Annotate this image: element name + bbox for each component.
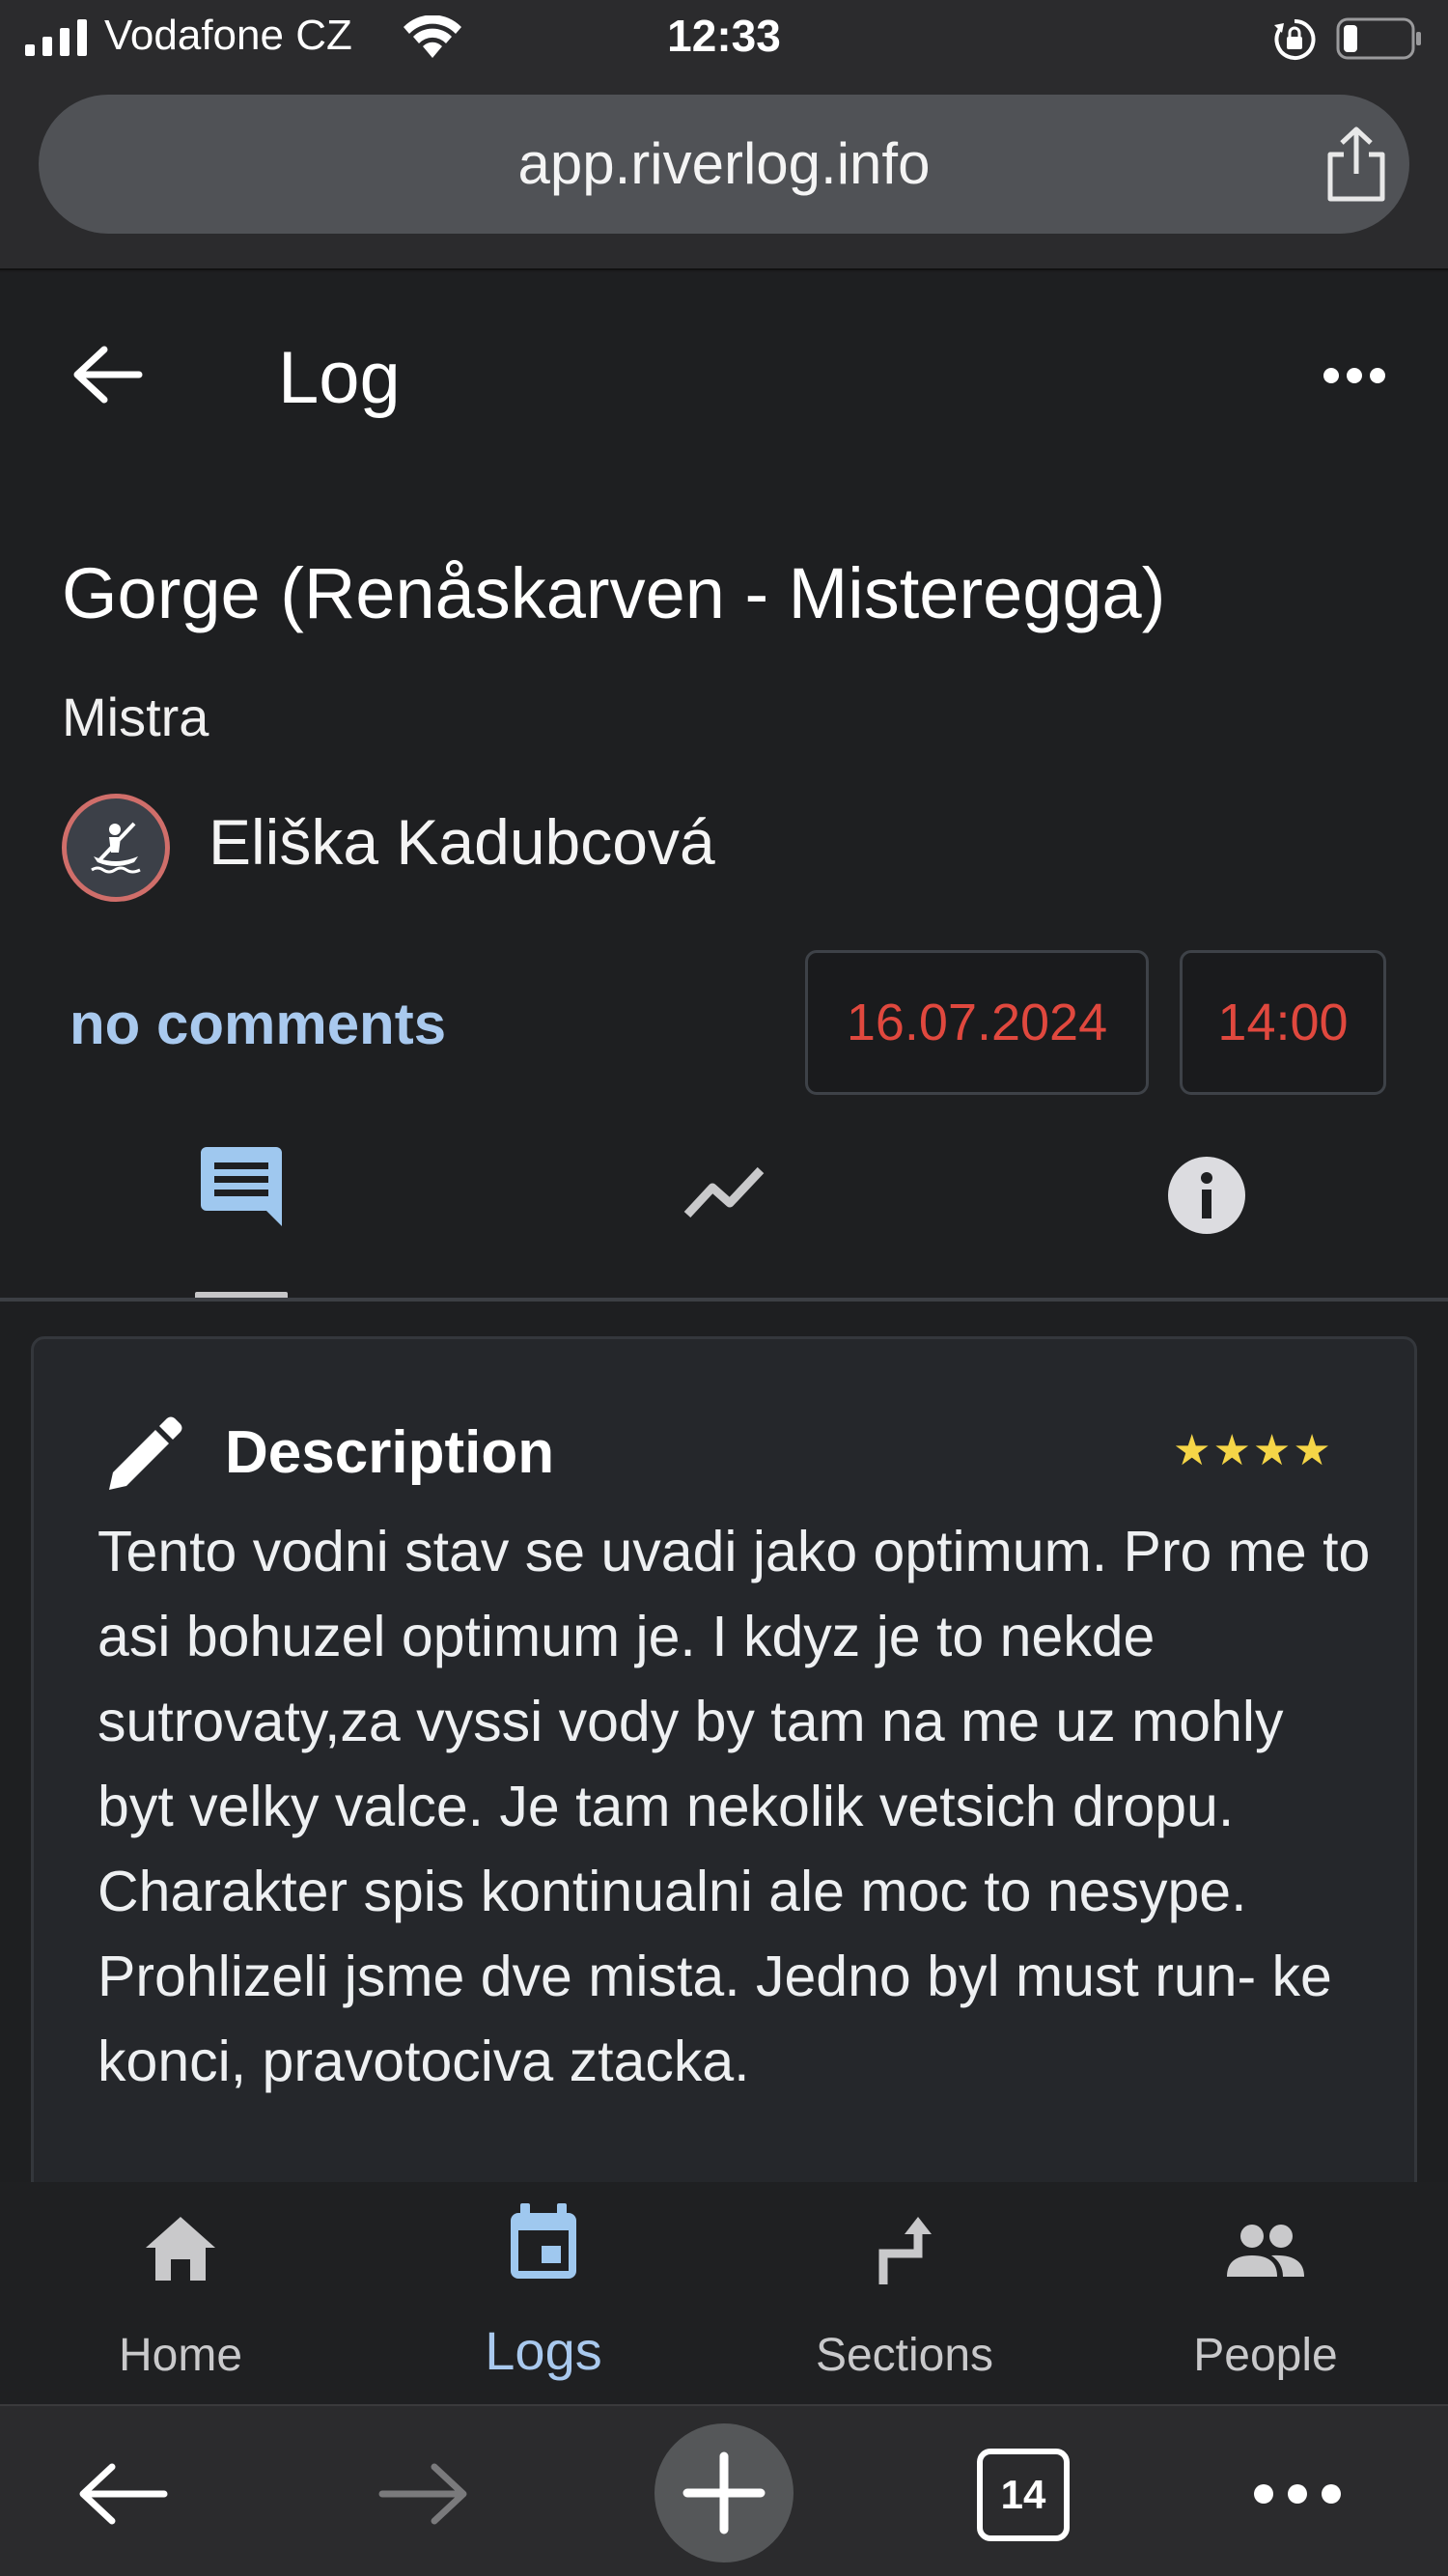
browser-back-icon[interactable] — [77, 2462, 168, 2526]
page-title: Log — [278, 337, 401, 419]
trending-icon — [683, 1166, 765, 1218]
river-name[interactable]: Mistra — [62, 686, 209, 748]
clock: 12:33 — [667, 11, 781, 61]
browser-address-bar: app.riverlog.info — [0, 79, 1448, 270]
nav-logs[interactable]: Logs — [423, 2182, 664, 2404]
tab-description[interactable] — [193, 1141, 290, 1286]
plus-icon — [682, 2451, 766, 2534]
browser-toolbar: 14 — [0, 2404, 1448, 2576]
time-field[interactable]: 14:00 — [1180, 950, 1386, 1095]
nav-people[interactable]: People — [1145, 2182, 1386, 2404]
star-rating: ★★★★ — [1173, 1427, 1333, 1474]
home-icon — [146, 2217, 215, 2281]
orientation-lock-icon — [1274, 18, 1316, 60]
app-screen: Log Gorge (Renåskarven - Misteregga) Mis… — [0, 272, 1448, 2182]
author-name[interactable]: Eliška Kadubcová — [209, 805, 715, 879]
status-bar: Vodafone CZ 12:33 — [0, 0, 1448, 79]
share-icon[interactable] — [1323, 126, 1390, 203]
calendar-icon — [511, 2203, 576, 2279]
card-title: Description — [225, 1419, 555, 1486]
battery-icon — [1336, 17, 1421, 60]
url-text: app.riverlog.info — [517, 131, 931, 196]
divider — [0, 1298, 1448, 1302]
new-tab-button[interactable] — [654, 2423, 794, 2562]
date-field[interactable]: 16.07.2024 — [805, 950, 1149, 1095]
tab-chart[interactable] — [676, 1141, 772, 1286]
nav-home-label: Home — [118, 2330, 243, 2381]
comment-icon — [201, 1147, 282, 1226]
info-icon — [1168, 1157, 1245, 1234]
url-field[interactable]: app.riverlog.info — [39, 95, 1409, 234]
browser-forward-icon[interactable] — [378, 2462, 469, 2526]
nav-sections[interactable]: Sections — [784, 2182, 1025, 2404]
nav-logs-label: Logs — [485, 2320, 602, 2381]
nav-people-label: People — [1193, 2330, 1338, 2381]
avatar[interactable] — [62, 794, 170, 902]
more-options-icon[interactable] — [1323, 365, 1386, 386]
comments-link[interactable]: no comments — [70, 991, 446, 1057]
people-icon — [1227, 2225, 1304, 2277]
kayaker-icon — [91, 822, 141, 874]
pencil-icon[interactable] — [105, 1416, 182, 1494]
turn-arrow-icon — [878, 2217, 932, 2284]
bottom-navigation: Home Logs Sections People — [0, 2182, 1448, 2404]
browser-menu-icon[interactable] — [1251, 2481, 1344, 2506]
description-card: Description ★★★★ Tento vodni stav se uva… — [31, 1336, 1417, 2182]
nav-home[interactable]: Home — [60, 2182, 301, 2404]
nav-sections-label: Sections — [815, 2330, 994, 2381]
back-arrow-icon[interactable] — [71, 344, 143, 406]
description-text: Tento vodni stav se uvadi jako optimum. … — [97, 1520, 1371, 2093]
tab-count-button[interactable]: 14 — [977, 2449, 1070, 2541]
log-section-title: Gorge (Renåskarven - Misteregga) — [62, 553, 1166, 633]
tab-info[interactable] — [1158, 1141, 1255, 1286]
